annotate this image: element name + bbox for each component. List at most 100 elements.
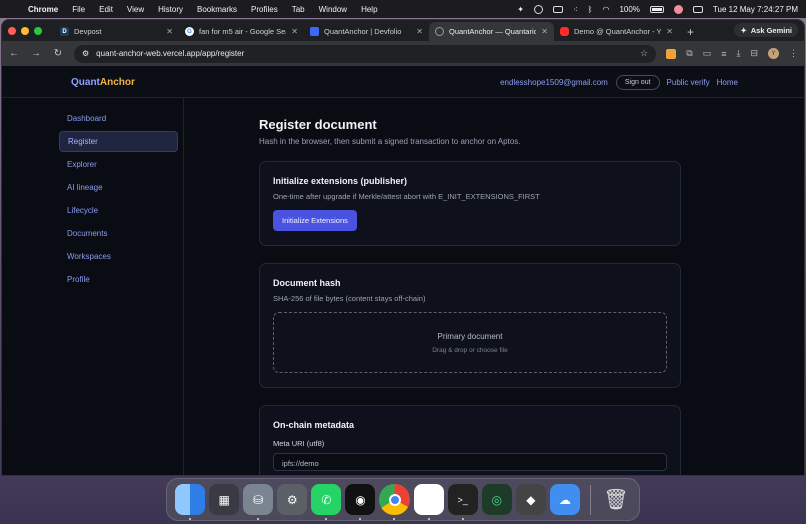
card-description: One-time after upgrade if Merkle/attest …: [273, 192, 540, 201]
gemini-sparkle-icon: ✦: [740, 25, 747, 35]
app-sidebar: Dashboard Register Explorer AI lineage L…: [2, 98, 184, 475]
on-chain-metadata-card: On-chain metadata Meta URI (utf8) ipfs:/…: [259, 405, 681, 475]
user-email: endlesshope1509@gmail.com: [500, 77, 608, 87]
sidebar-item-documents[interactable]: Documents: [59, 223, 178, 244]
screen-icon[interactable]: [552, 5, 563, 13]
home-link[interactable]: Home: [717, 78, 738, 87]
back-button[interactable]: ←: [8, 48, 20, 59]
window-controls: [8, 20, 42, 41]
address-bar[interactable]: ⚙ quant-anchor-web.vercel.app/app/regist…: [74, 44, 657, 63]
devfolio-favicon-icon: [310, 27, 319, 36]
control-center-icon[interactable]: [692, 5, 703, 13]
dock-system-settings-icon[interactable]: ⚙: [277, 484, 308, 515]
initialize-extensions-button[interactable]: Initialize Extensions: [273, 210, 357, 231]
split-view-icon[interactable]: ▭: [703, 48, 712, 59]
toolbar-extensions: ⧉ ▭ ≡ ⤓ ⊟ Y ⋮: [666, 48, 798, 59]
menubar-bookmarks[interactable]: Bookmarks: [197, 5, 237, 14]
tab-title: Demo @ QuantAnchor - YouTube: [574, 27, 661, 36]
close-window-button[interactable]: [8, 26, 16, 35]
dock-trash-icon[interactable]: 🗑: [601, 484, 631, 515]
extension-icon[interactable]: [666, 48, 677, 59]
extensions-puzzle-icon[interactable]: ⧉: [686, 48, 692, 59]
dock-launchpad-icon[interactable]: ▦: [209, 484, 240, 515]
bookmark-star-icon[interactable]: ☆: [640, 48, 648, 59]
tab-google-search[interactable]: G fan for m5 air - Google Search ✕: [179, 22, 304, 41]
document-hash-card: Document hash SHA-256 of file bytes (con…: [259, 263, 681, 388]
profile-avatar-icon[interactable]: Y: [768, 48, 779, 59]
media-control-icon[interactable]: ≡: [721, 49, 726, 59]
close-tab-icon[interactable]: ✕: [541, 27, 548, 36]
sidebar-item-workspaces[interactable]: Workspaces: [59, 246, 178, 267]
menubar-app-name[interactable]: Chrome: [28, 5, 58, 14]
url-text[interactable]: quant-anchor-web.vercel.app/app/register: [96, 49, 244, 58]
battery-icon[interactable]: [649, 5, 664, 13]
forward-button[interactable]: →: [30, 48, 42, 59]
close-tab-icon[interactable]: ✕: [416, 27, 423, 36]
record-icon[interactable]: [533, 4, 543, 14]
init-extensions-card: Initialize extensions (publisher) One-ti…: [259, 161, 681, 246]
menubar-profiles[interactable]: Profiles: [251, 5, 278, 14]
web-page: QuantAnchor endlesshope1509@gmail.com Si…: [2, 67, 804, 475]
sparkle-icon[interactable]: ✦: [517, 5, 524, 14]
sidebar-item-ai-lineage[interactable]: AI lineage: [59, 177, 178, 198]
sidebar-item-profile[interactable]: Profile: [59, 269, 178, 290]
menubar-status-area: ✦ ⁖ ᛒ ◠ 100% Tue 12 May 7:24:27 PM: [517, 4, 798, 14]
close-tab-icon[interactable]: ✕: [666, 27, 673, 36]
card-title: On-chain metadata: [273, 420, 355, 430]
tab-quantanchor-active[interactable]: QuantAnchor — Quantarions ✕: [429, 22, 554, 41]
tab-devfolio[interactable]: QuantAnchor | Devfolio ✕: [304, 22, 429, 41]
menubar-history[interactable]: History: [158, 5, 183, 14]
dock-blank-app-icon[interactable]: [413, 484, 444, 520]
dock-chrome-icon[interactable]: [379, 484, 410, 520]
menubar-file[interactable]: File: [72, 5, 85, 14]
reading-list-icon[interactable]: ⊟: [750, 48, 758, 59]
globe-favicon-icon: [435, 27, 444, 36]
brand-quant: Quant: [71, 76, 100, 88]
sidebar-item-register[interactable]: Register: [59, 131, 178, 152]
download-icon[interactable]: ⤓: [736, 48, 740, 59]
menubar-view[interactable]: View: [127, 5, 144, 14]
close-tab-icon[interactable]: ✕: [166, 27, 173, 36]
dock-finder-icon[interactable]: [175, 484, 206, 520]
dock-cursor-icon[interactable]: ◆: [515, 484, 546, 515]
public-verify-link[interactable]: Public verify: [667, 78, 710, 87]
google-favicon-icon: G: [185, 27, 194, 36]
dots-icon[interactable]: ⁖: [573, 5, 578, 14]
dock-whatsapp-icon[interactable]: ✆: [311, 484, 342, 520]
dock-chatgpt-icon[interactable]: ◎: [481, 484, 512, 515]
tab-title: QuantAnchor — Quantarions: [449, 27, 537, 36]
file-dropzone[interactable]: Primary document Drag & drop or choose f…: [273, 312, 667, 373]
macos-dock: ▦ ⛁ ⚙ ✆ ◉ >_ ◎ ◆ ☁ 🗑: [166, 478, 640, 521]
meta-uri-input[interactable]: ipfs://demo: [273, 453, 667, 471]
sidebar-item-lifecycle[interactable]: Lifecycle: [59, 200, 178, 221]
chrome-menu-icon[interactable]: ⋮: [789, 48, 798, 59]
reload-button[interactable]: ↻: [52, 48, 64, 59]
menubar-edit[interactable]: Edit: [99, 5, 113, 14]
dock-github-icon[interactable]: ◉: [345, 484, 376, 520]
site-info-icon[interactable]: ⚙: [82, 49, 89, 58]
dock-icloud-icon[interactable]: ☁: [549, 484, 580, 515]
menubar-tab[interactable]: Tab: [292, 5, 305, 14]
tab-devpost[interactable]: D Devpost ✕: [54, 22, 179, 41]
menubar-window[interactable]: Window: [319, 5, 347, 14]
minimize-window-button[interactable]: [21, 26, 29, 35]
menubar-help[interactable]: Help: [361, 5, 377, 14]
wifi-icon[interactable]: ◠: [602, 5, 609, 14]
tab-title: QuantAnchor | Devfolio: [324, 27, 402, 36]
zoom-window-button[interactable]: [34, 26, 42, 35]
bluetooth-icon[interactable]: ᛒ: [588, 5, 593, 14]
new-tab-button[interactable]: +: [687, 22, 694, 41]
dock-terminal-icon[interactable]: >_: [447, 484, 478, 520]
dropzone-hint: Drag & drop or choose file: [432, 346, 508, 354]
user-avatar-icon[interactable]: [673, 4, 683, 14]
meta-uri-label: Meta URI (utf8): [273, 439, 325, 448]
sign-out-button[interactable]: Sign out: [615, 74, 660, 90]
tab-youtube[interactable]: Demo @ QuantAnchor - YouTube ✕: [554, 22, 679, 41]
site-logo[interactable]: QuantAnchor: [71, 77, 135, 88]
sidebar-item-explorer[interactable]: Explorer: [59, 154, 178, 175]
sidebar-item-dashboard[interactable]: Dashboard: [59, 108, 178, 129]
menubar-clock[interactable]: Tue 12 May 7:24:27 PM: [713, 5, 798, 14]
dock-database-icon[interactable]: ⛁: [243, 484, 274, 520]
ask-gemini-button[interactable]: ✦ Ask Gemini: [734, 23, 798, 37]
close-tab-icon[interactable]: ✕: [291, 27, 298, 36]
